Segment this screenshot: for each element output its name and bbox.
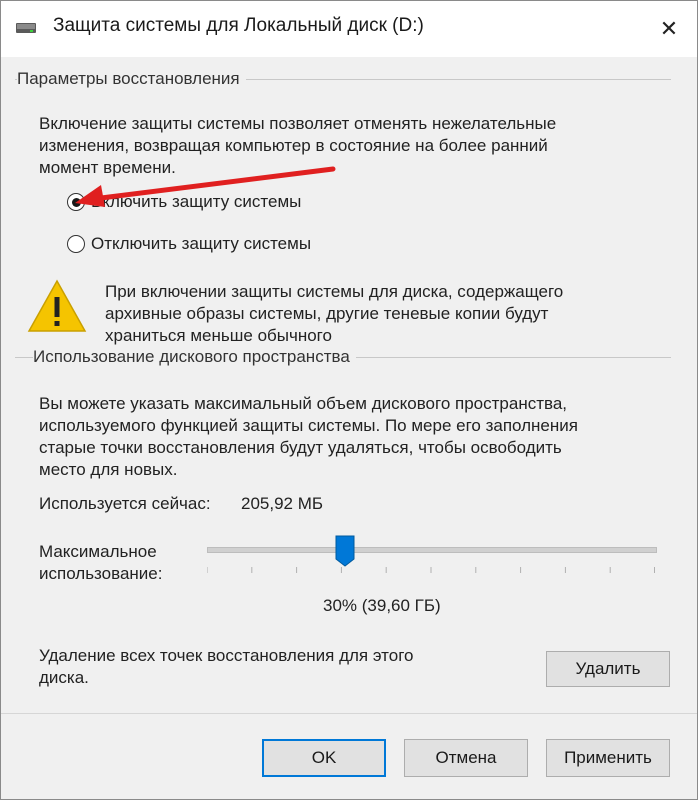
system-protection-dialog: Защита системы для Локальный диск (D:) ✕… [0,0,698,800]
radio-unselected[interactable] [67,235,85,253]
restore-description-line: изменения, возвращая компьютер в состоян… [39,136,548,155]
restore-description-line: момент времени. [39,158,176,177]
ok-button[interactable]: OK [262,739,386,777]
restore-description: Включение защиты системы позволяет отмен… [39,113,556,179]
disable-protection-label: Отключить защиту системы [91,234,312,253]
used-now-value: 205,92 МБ [241,494,324,513]
delete-description: Удаление всех точек восстановления для э… [39,645,414,689]
max-usage-slider-track[interactable] [207,547,657,553]
title-bar: Защита системы для Локальный диск (D:) ✕ [1,1,697,57]
apply-button[interactable]: Применить [546,739,670,777]
disk-description-line: место для новых. [39,460,178,479]
max-usage-line: использование: [39,564,163,583]
warning-line: архивные образы системы, другие теневые … [105,304,549,323]
drive-icon [16,23,36,33]
footer-divider [1,713,697,714]
slider-ticks [207,567,655,573]
warning-line: храниться меньше обычного [105,326,332,345]
disk-description-line: используемого функцией защиты системы. П… [39,416,578,435]
max-usage-label: Максимальное использование: [39,541,162,585]
delete-description-line: диска. [39,668,89,687]
warning-icon [27,279,87,332]
used-now-label: Используется сейчас: [39,494,211,513]
delete-button[interactable]: Удалить [546,651,670,687]
enable-protection-label: Включить защиту системы [91,192,302,211]
enable-protection-radio[interactable]: Включить защиту системы [67,192,301,212]
restore-group-label: Параметры восстановления [17,69,246,89]
delete-description-line: Удаление всех точек восстановления для э… [39,646,414,665]
disk-group-label: Использование дискового пространства [33,347,356,367]
warning-line: При включении защиты системы для диска, … [105,282,564,301]
disk-description-line: старые точки восстановления будут удалят… [39,438,562,457]
slider-thumb[interactable] [335,535,355,567]
window-title: Защита системы для Локальный диск (D:) [53,15,424,36]
close-button[interactable]: ✕ [641,1,697,57]
max-usage-line: Максимальное [39,542,157,561]
cancel-button[interactable]: Отмена [404,739,528,777]
warning-text: При включении защиты системы для диска, … [105,281,563,347]
slider-value: 30% (39,60 ГБ) [323,596,441,615]
close-icon: ✕ [659,16,679,41]
radio-selected[interactable] [67,193,85,211]
restore-description-line: Включение защиты системы позволяет отмен… [39,114,557,133]
disk-description-line: Вы можете указать максимальный объем дис… [39,394,568,413]
disable-protection-radio[interactable]: Отключить защиту системы [67,234,311,254]
disk-description: Вы можете указать максимальный объем дис… [39,393,578,481]
